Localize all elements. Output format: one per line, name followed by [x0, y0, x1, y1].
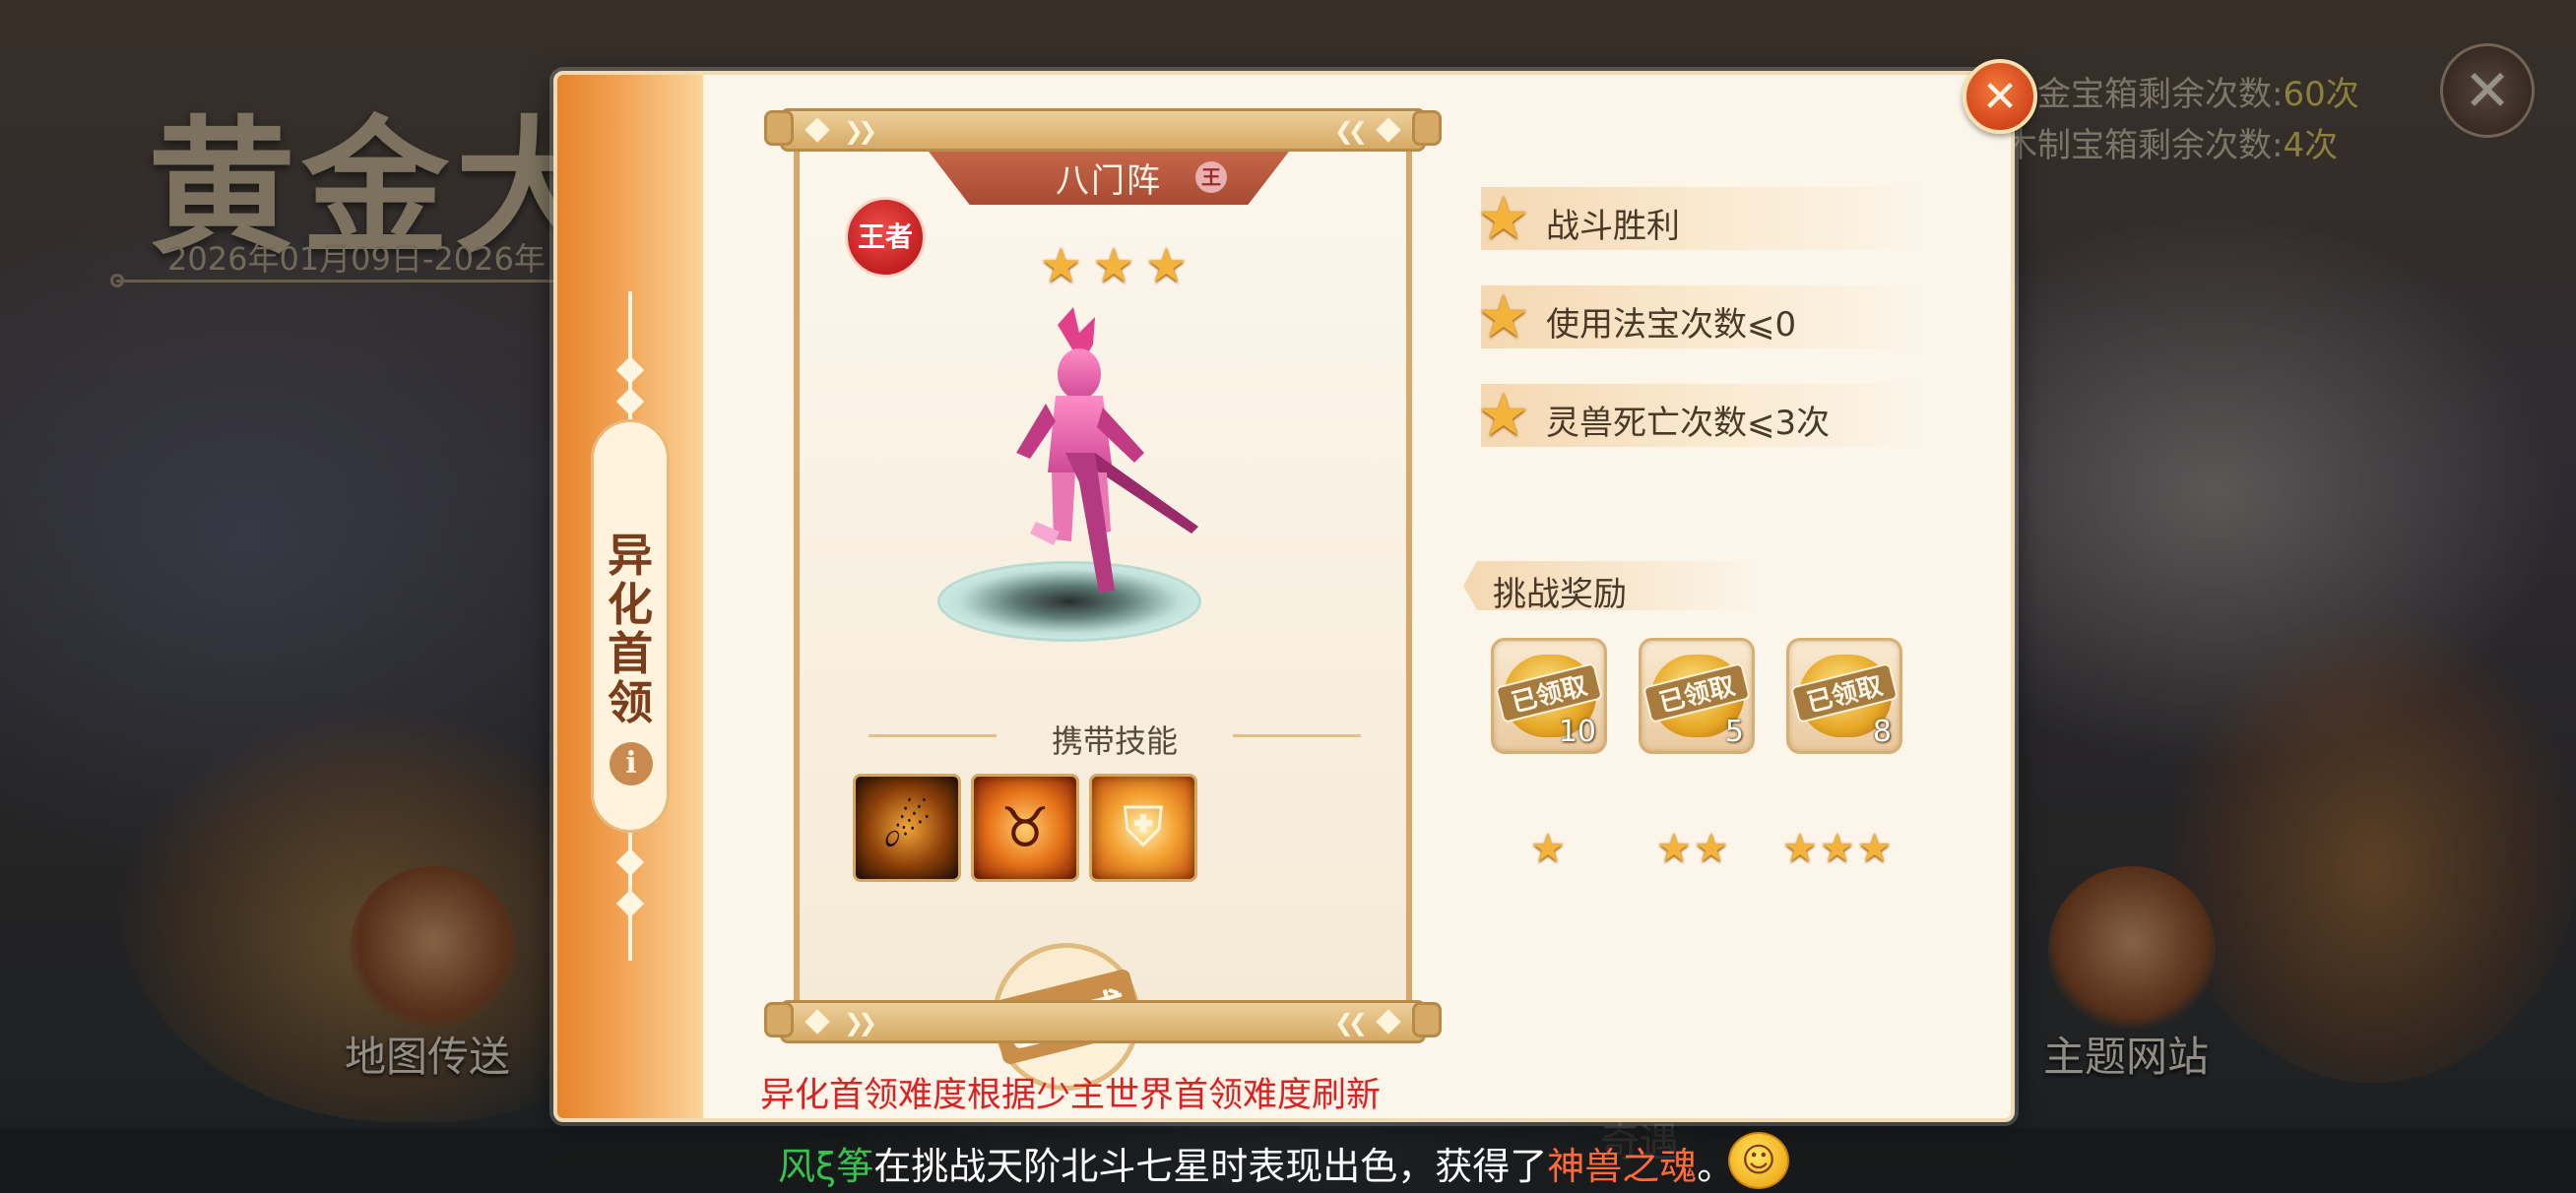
scroll-knob-right-bottom	[1412, 1002, 1442, 1037]
scroll-diamond-icon	[1376, 117, 1401, 143]
condition-text: 灵兽死亡次数⩽3次	[1546, 404, 1831, 443]
reward-count: 8	[1872, 715, 1892, 749]
star-icon: ★	[1040, 238, 1083, 293]
boss-name-banner: 八门阵 王	[926, 148, 1292, 205]
condition-item: ★ 战斗胜利	[1477, 187, 1924, 250]
scroll-bar-top: ❯❯ ❮❮	[780, 108, 1426, 152]
rank-badge: 王者	[845, 197, 926, 278]
scroll-chevron-icon: ❯❯	[844, 1009, 877, 1036]
reward-stars: ★	[1530, 829, 1566, 868]
close-icon[interactable]: ✕	[1963, 59, 2037, 134]
boss-card-body: 八门阵 王 王者 ★ ★ ★ 携带技能 ☄ ♉ ⛨	[794, 148, 1412, 1106]
news-ticker: 风ξ筝在挑战天阶北斗七星时表现出色，获得了神兽之魂。 ☺	[0, 1128, 2576, 1193]
boss-name-tag: 王	[1195, 161, 1227, 193]
scroll-knob-right-top	[1412, 110, 1442, 146]
star-icon: ★	[1819, 826, 1855, 871]
boss-card: 八门阵 王 王者 ★ ★ ★ 携带技能 ☄ ♉ ⛨ ❯❯ ❮❮ ❯❯ ❮❮	[764, 108, 1442, 1106]
tiger-head-skill-icon[interactable]: ♉	[971, 774, 1079, 882]
scroll-chevron-icon: ❯❯	[844, 117, 877, 145]
skills-label: 携带技能	[1051, 722, 1178, 760]
reward-chest[interactable]: 已领取 8	[1786, 638, 1902, 754]
star-icon: ★	[1477, 283, 1530, 351]
star-icon: ★	[1856, 826, 1893, 871]
star-icon: ★	[1144, 238, 1188, 293]
reward-stars: ★ ★ ★	[1782, 829, 1893, 868]
skills-divider: 携带技能	[869, 717, 1361, 760]
condition-item: ★ 灵兽死亡次数⩽3次	[1477, 384, 1924, 447]
star-icon: ★	[1530, 826, 1566, 871]
roaring-beast-skill-icon[interactable]: ☄	[853, 774, 961, 882]
scroll-chevron-icon: ❮❮	[1333, 1009, 1368, 1036]
scroll-chevron-icon: ❮❮	[1333, 117, 1368, 145]
scroll-knob-left-top	[764, 110, 794, 146]
rewards-title: 挑战奖励	[1493, 575, 1627, 614]
reward-count: 5	[1724, 715, 1744, 749]
rewards-title-banner: 挑战奖励	[1463, 561, 1759, 610]
emoji-icon: ☺	[1728, 1132, 1789, 1189]
reward-chest[interactable]: 已领取 5	[1639, 638, 1755, 754]
reward-count: 10	[1558, 715, 1596, 749]
reward-stars: ★ ★	[1656, 829, 1729, 868]
scroll-bar-bottom: ❯❯ ❮❮	[780, 1000, 1426, 1043]
side-tab-label: 异化首领	[608, 529, 653, 729]
condition-item: ★ 使用法宝次数⩽0	[1477, 285, 1924, 348]
golden-shield-skill-icon[interactable]: ⛨	[1089, 774, 1197, 882]
star-icon: ★	[1656, 826, 1692, 871]
side-tab-plate[interactable]: 异化首领 i	[591, 419, 670, 833]
ticker-player-name[interactable]: 风ξ筝	[778, 1145, 873, 1188]
side-tab-diamond-bottom-2	[615, 889, 645, 918]
info-icon[interactable]: i	[610, 742, 653, 785]
condition-text: 战斗胜利	[1546, 207, 1680, 246]
side-tab-diamond-bottom	[615, 848, 645, 877]
star-icon: ★	[1782, 826, 1818, 871]
scroll-knob-left-bottom	[764, 1002, 794, 1037]
side-tab: 异化首领 i	[557, 75, 703, 1118]
boss-figure-icon[interactable]	[997, 305, 1203, 600]
difficulty-footnote: 异化首领难度根据少主世界首领难度刷新	[760, 1076, 1382, 1115]
star-icon: ★	[1693, 826, 1729, 871]
star-icon: ★	[1477, 184, 1530, 253]
ticker-message-body: 在挑战天阶北斗七星时表现出色，获得了	[873, 1145, 1548, 1188]
side-tab-diamond-top-2	[615, 387, 645, 416]
scroll-diamond-icon	[1376, 1009, 1401, 1035]
condition-text: 使用法宝次数⩽0	[1546, 305, 1797, 345]
ticker-message: 风ξ筝在挑战天阶北斗七星时表现出色，获得了神兽之魂。	[778, 1136, 1734, 1190]
star-icon: ★	[1092, 238, 1135, 293]
skill-list: ☄ ♉ ⛨	[853, 774, 1197, 882]
side-tab-diamond-top	[615, 355, 645, 385]
boss-stars: ★ ★ ★	[1040, 242, 1188, 289]
scroll-diamond-icon	[805, 117, 830, 143]
star-icon: ★	[1477, 381, 1530, 450]
scroll-diamond-icon	[805, 1009, 830, 1035]
reward-chest[interactable]: 已领取 10	[1491, 638, 1607, 754]
skills-divider-line-right	[1233, 734, 1361, 737]
ticker-reward-name: 神兽之魂	[1547, 1145, 1698, 1188]
boss-challenge-dialog: 异化首领 i ✕ 八门阵 王 王者 ★ ★ ★ 携带技能 ☄ ♉ ⛨ ❯❯ ❮❮…	[553, 59, 2037, 1122]
